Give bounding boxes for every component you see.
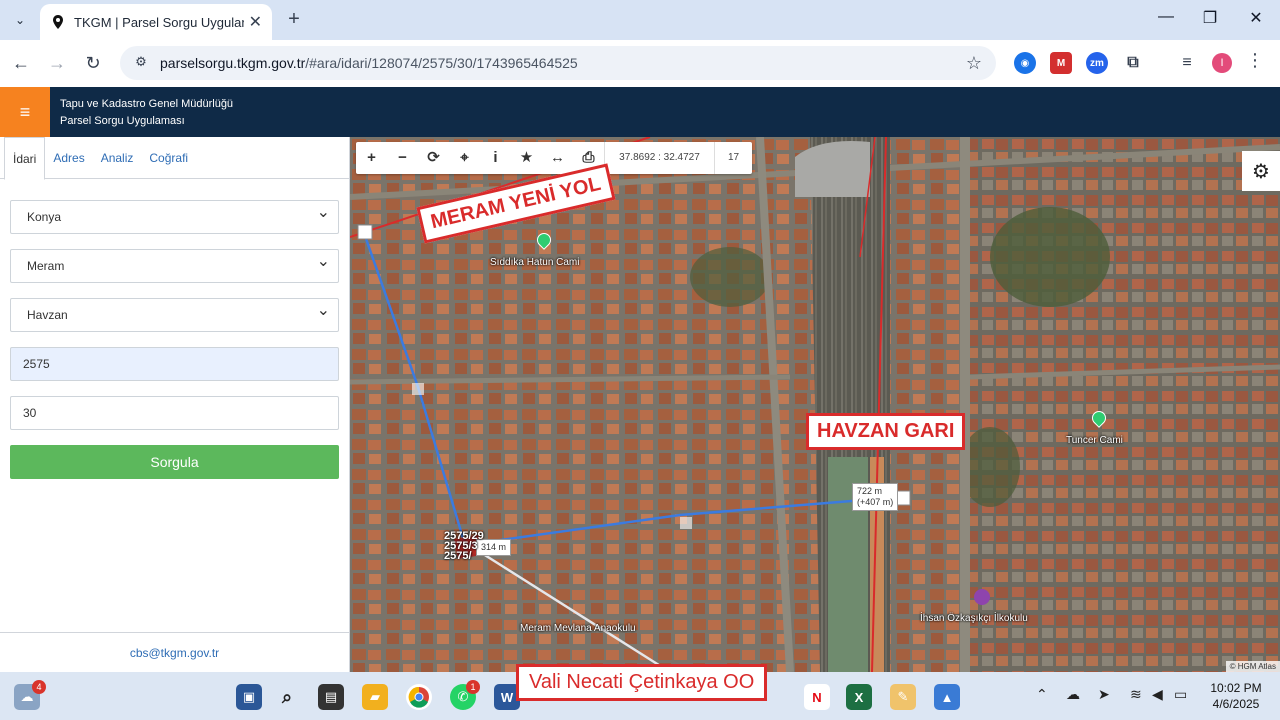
neighborhood-select[interactable]: Havzan — [10, 295, 339, 332]
clock-time: 10:02 PM — [1210, 681, 1262, 695]
parcel-label: 2575/ — [444, 550, 472, 562]
browser-tab-bar: ⌄ TKGM | Parsel Sorgu Uygulaması ✕ + — ❐… — [0, 0, 1280, 40]
app-name: Parsel Sorgu Uygulaması — [60, 115, 185, 127]
parcel-label-group: 2575/29 2575/3 2575/ — [444, 531, 484, 562]
zoom-out-icon[interactable]: − — [387, 142, 418, 174]
map-view[interactable]: + − ⟳ ⌖ i ★ ↔ ⎙ 37.8692 : 32.4727 17 ⚙ M… — [350, 137, 1280, 672]
bookmark-star-icon[interactable]: ☆ — [966, 53, 982, 74]
location-arrow-icon[interactable]: ➤ — [1098, 686, 1110, 703]
query-tabs: İdari Adres Analiz Coğrafi — [0, 137, 349, 180]
system-clock[interactable]: 10:02 PM 4/6/2025 — [1196, 680, 1276, 712]
back-arrow-icon[interactable]: ← — [10, 52, 32, 74]
excel-icon[interactable]: X — [846, 684, 872, 710]
site-info-icon[interactable]: ⚙ — [132, 54, 150, 72]
file-explorer-icon[interactable]: ▰ — [362, 684, 388, 710]
app-title: Tapu ve Kadastro Genel Müdürlüğü Parsel … — [60, 96, 233, 130]
hamburger-menu-icon[interactable]: ≡ — [0, 87, 50, 137]
reload-icon[interactable]: ↻ — [82, 52, 104, 74]
camera-app-icon[interactable]: ▣ — [236, 684, 262, 710]
cloud-sync-icon[interactable]: ☁ — [1066, 686, 1080, 703]
location-pin-icon — [53, 15, 63, 29]
measure-long-value: 722 m — [857, 486, 883, 496]
locate-icon[interactable]: ⌖ — [449, 142, 480, 174]
callout-havzan-gari: HAVZAN GARI — [806, 413, 966, 450]
url-path: /#ara/idari/128074/2575/30/1743965464525 — [305, 55, 578, 71]
extension-zm-icon[interactable]: zm — [1086, 52, 1108, 74]
photos-app-icon[interactable]: ▲ — [934, 684, 960, 710]
map-settings-gear-icon[interactable]: ⚙ — [1242, 151, 1280, 191]
map-toolbar: + − ⟳ ⌖ i ★ ↔ ⎙ 37.8692 : 32.4727 17 — [356, 142, 752, 174]
search-icon[interactable]: ⌕ — [274, 684, 300, 710]
wifi-icon[interactable]: ≋ — [1130, 686, 1142, 703]
info-icon[interactable]: i — [480, 142, 511, 174]
tab-adres[interactable]: Adres — [45, 137, 92, 179]
volume-icon[interactable]: ◀ — [1152, 686, 1163, 703]
new-tab-plus-icon[interactable]: + — [282, 8, 306, 31]
task-view-icon[interactable]: ▤ — [318, 684, 344, 710]
coordinate-readout: 37.8692 : 32.4727 — [604, 142, 714, 174]
favorite-star-icon[interactable]: ★ — [511, 142, 542, 174]
whatsapp-badge: 1 — [466, 680, 480, 694]
query-sidebar: İdari Adres Analiz Coğrafi Konya Meram H… — [0, 137, 350, 672]
parcel-input[interactable]: 30 — [10, 396, 339, 430]
clock-date: 4/6/2025 — [1212, 697, 1260, 711]
tab-title: TKGM | Parsel Sorgu Uygulaması — [74, 14, 244, 30]
app-header: ≡ Tapu ve Kadastro Genel Müdürlüğü Parse… — [0, 87, 1280, 137]
profile-avatar[interactable]: I — [1212, 53, 1232, 73]
contact-email-link[interactable]: cbs@tkgm.gov.tr — [0, 632, 349, 672]
extension-globe-icon[interactable]: ◉ — [1014, 52, 1036, 74]
block-input[interactable]: 2575 — [10, 347, 339, 381]
tab-close-icon[interactable]: ✕ — [249, 12, 262, 32]
extensions-puzzle-icon[interactable]: ⧉ — [1122, 52, 1144, 74]
poi-ihsan-ozkasikci-ilkokulu: İhsan Özkaşıkçı İlkokulu — [920, 613, 1028, 624]
sorgula-button[interactable]: Sorgula — [10, 445, 339, 479]
poi-siddika-hatun-cami: Sıddıka Hatun Cami — [490, 257, 580, 268]
window-restore-icon[interactable]: ❐ — [1198, 8, 1222, 28]
window-close-icon[interactable]: ✕ — [1244, 8, 1268, 28]
extension-m-icon[interactable]: M — [1050, 52, 1072, 74]
measure-long-added: (+407 m) — [857, 497, 894, 507]
window-minimize-icon[interactable]: — — [1154, 8, 1178, 26]
address-bar[interactable]: ⚙ parselsorgu.tkgm.gov.tr/#ara/idari/128… — [120, 46, 996, 80]
tray-chevron-up-icon[interactable]: ⌃ — [1036, 686, 1048, 703]
poi-tuncer-cami: Tuncer Cami — [1066, 435, 1123, 446]
netflix-icon[interactable]: N — [804, 684, 830, 710]
tab-search-chevron-icon[interactable]: ⌄ — [8, 8, 32, 32]
measure-distance-icon[interactable]: ↔ — [542, 142, 573, 174]
tab-analiz[interactable]: Analiz — [93, 137, 142, 179]
map-attribution: © HGM Atlas — [1225, 661, 1280, 672]
province-select[interactable]: Konya — [10, 197, 339, 234]
forward-arrow-icon[interactable]: → — [46, 52, 68, 74]
notes-app-icon[interactable]: ✎ — [890, 684, 916, 710]
measure-label-long: 722 m (+407 m) — [852, 483, 899, 511]
refresh-icon[interactable]: ⟳ — [418, 142, 449, 174]
org-name: Tapu ve Kadastro Genel Müdürlüğü — [60, 98, 234, 110]
zoom-in-icon[interactable]: + — [356, 142, 387, 174]
district-select[interactable]: Meram — [10, 246, 339, 283]
browser-toolbar: ← → ↻ ⚙ parselsorgu.tkgm.gov.tr/#ara/ida… — [0, 40, 1280, 87]
url-host: parselsorgu.tkgm.gov.tr — [160, 55, 306, 71]
media-queue-icon[interactable]: ≡ — [1176, 52, 1198, 74]
poi-meram-mevlana-anaokulu: Meram Mevlana Anaokulu — [520, 623, 636, 634]
chrome-logo — [408, 686, 429, 708]
tab-idari[interactable]: İdari — [4, 137, 46, 180]
zoom-level: 17 — [714, 142, 752, 174]
tab-cografi[interactable]: Coğrafi — [141, 137, 196, 179]
browser-menu-icon[interactable]: ⋮ — [1246, 50, 1264, 71]
callout-vali-necati-cetinkaya-oo: Vali Necati Çetinkaya OO — [516, 664, 768, 701]
chrome-icon[interactable] — [406, 684, 432, 710]
url-text: parselsorgu.tkgm.gov.tr/#ara/idari/12807… — [160, 55, 578, 71]
battery-icon[interactable]: ▭ — [1174, 686, 1187, 703]
weather-badge: 4 — [32, 680, 46, 694]
browser-tab-active[interactable]: TKGM | Parsel Sorgu Uygulaması ✕ — [40, 4, 272, 40]
